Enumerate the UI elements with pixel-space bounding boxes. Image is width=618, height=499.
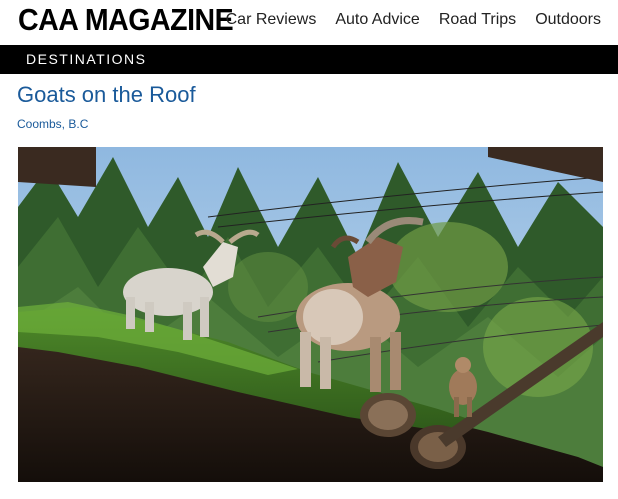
nav-item-outdoors[interactable]: Outdoors (535, 11, 601, 29)
section-label[interactable]: DESTINATIONS (26, 51, 146, 67)
nav-item-car-reviews[interactable]: Car Reviews (226, 11, 317, 29)
site-logo[interactable]: CAA MAGAZINE (18, 2, 234, 38)
goats-on-roof-photo (18, 147, 603, 482)
article-location: Coombs, B.C (17, 117, 89, 131)
site-header: CAA MAGAZINE Car Reviews Auto Advice Roa… (0, 0, 618, 44)
nav-item-auto-advice[interactable]: Auto Advice (335, 11, 420, 29)
article-hero-image (18, 147, 603, 482)
article-title[interactable]: Goats on the Roof (17, 82, 196, 108)
section-bar: DESTINATIONS (0, 45, 618, 74)
main-nav: Car Reviews Auto Advice Road Trips Outdo… (226, 11, 601, 29)
nav-item-road-trips[interactable]: Road Trips (439, 11, 516, 29)
